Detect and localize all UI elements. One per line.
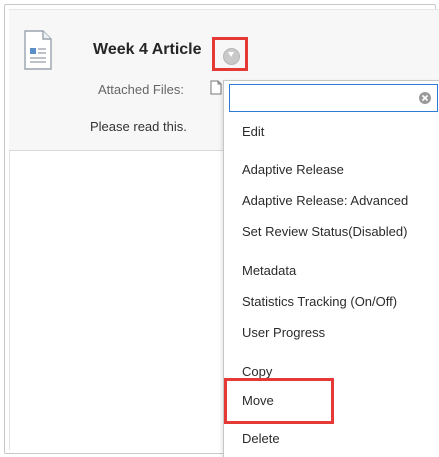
item-description: Please read this. [90, 119, 187, 134]
menu-item-copy[interactable]: Copy [242, 364, 272, 379]
menu-item-user-progress[interactable]: User Progress [242, 325, 325, 340]
divider [9, 150, 10, 450]
chevron-down-icon [223, 48, 240, 65]
file-attachment-icon[interactable] [210, 80, 222, 95]
menu-item-set-review-status[interactable]: Set Review Status(Disabled) [242, 224, 407, 239]
menu-item-edit[interactable]: Edit [242, 124, 264, 139]
menu-search-input[interactable] [234, 86, 418, 112]
menu-item-statistics-tracking[interactable]: Statistics Tracking (On/Off) [242, 294, 397, 309]
item-options-button[interactable] [212, 37, 248, 71]
menu-item-metadata[interactable]: Metadata [242, 263, 296, 278]
menu-search-box[interactable] [229, 84, 438, 112]
clear-search-icon[interactable] [418, 91, 432, 105]
menu-item-adaptive-release-advanced[interactable]: Adaptive Release: Advanced [242, 193, 408, 208]
menu-item-adaptive-release[interactable]: Adaptive Release [242, 162, 344, 177]
menu-item-delete[interactable]: Delete [242, 431, 280, 446]
document-icon [24, 30, 52, 70]
attached-files-label: Attached Files: [98, 82, 184, 97]
move-highlight-box [224, 378, 334, 424]
item-title[interactable]: Week 4 Article [93, 41, 202, 59]
